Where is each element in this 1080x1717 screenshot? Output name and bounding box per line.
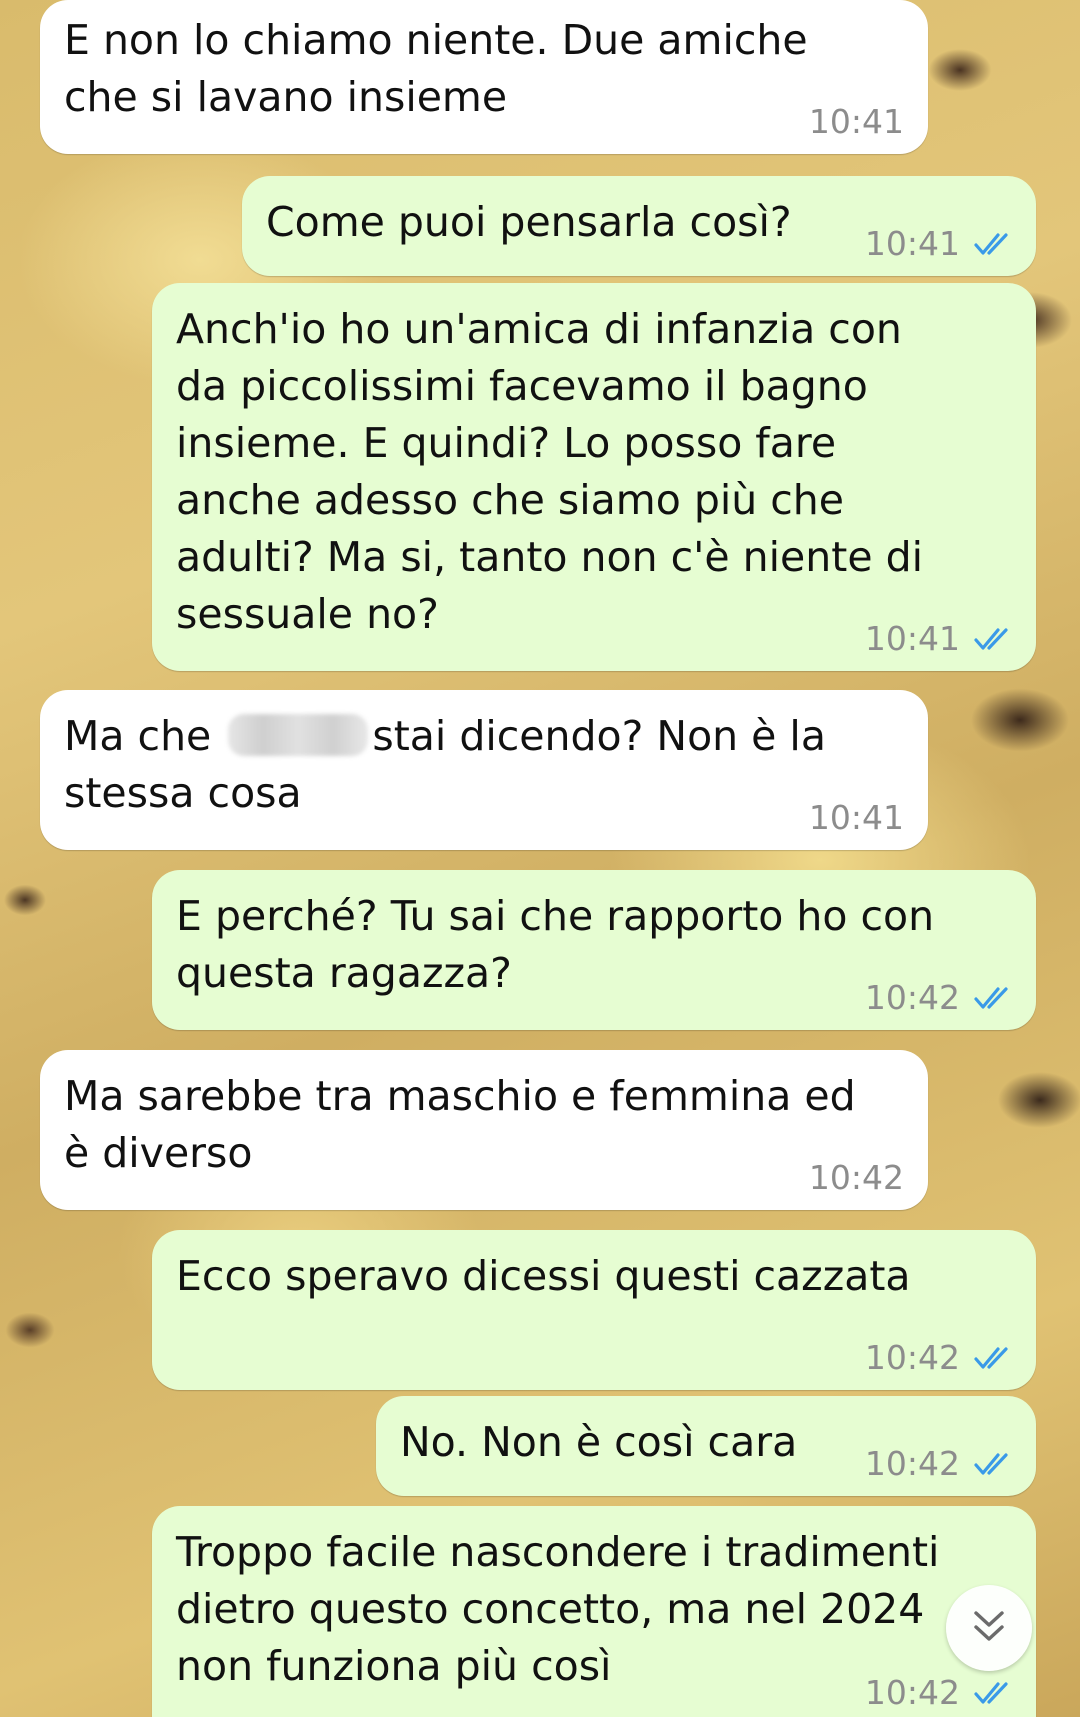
message-time: 10:41 <box>808 102 904 141</box>
message-text: E non lo chiamo niente. Due amiche che s… <box>64 16 808 121</box>
message-incoming[interactable]: Ma sarebbe tra maschio e femmina ed è di… <box>40 1050 928 1210</box>
message-outgoing[interactable]: Anch'io ho un'amica di infanzia con da p… <box>152 283 1036 671</box>
message-outgoing[interactable]: No. Non è così cara 10:42 <box>376 1396 1036 1496</box>
message-text: Anch'io ho un'amica di infanzia con da p… <box>176 305 924 638</box>
message-outgoing[interactable]: E perché? Tu sai che rapporto ho con que… <box>152 870 1036 1030</box>
message-text: Ma sarebbe tra maschio e femmina ed è di… <box>64 1072 856 1177</box>
message-outgoing[interactable]: Ecco speravo dicessi questi cazzata 10:4… <box>152 1230 1036 1390</box>
double-check-icon <box>974 625 1014 653</box>
message-time: 10:41 <box>864 619 960 658</box>
message-meta: 10:41 <box>809 800 904 836</box>
chat-thread: E non lo chiamo niente. Due amiche che s… <box>0 0 1080 1717</box>
message-time: 10:42 <box>864 1444 960 1483</box>
double-check-icon <box>974 1679 1014 1707</box>
double-check-icon <box>974 1344 1014 1372</box>
message-time: 10:42 <box>864 1338 960 1377</box>
message-text: Ecco speravo dicessi questi cazzata <box>176 1252 911 1300</box>
message-meta: 10:42 <box>809 1160 904 1196</box>
message-time: 10:42 <box>864 978 960 1017</box>
message-text-start: Ma che <box>64 712 212 760</box>
message-outgoing[interactable]: Troppo facile nascondere i tradimenti di… <box>152 1506 1036 1717</box>
message-meta: 10:41 <box>809 104 904 140</box>
message-meta: 10:42 <box>865 980 1014 1016</box>
double-check-icon <box>974 1450 1014 1478</box>
message-outgoing[interactable]: Come puoi pensarla così? 10:41 <box>242 176 1036 276</box>
message-text: Ma che stai dicendo? Non è la stessa cos… <box>64 708 904 822</box>
message-time: 10:42 <box>864 1673 960 1712</box>
scroll-to-bottom-button[interactable] <box>946 1585 1032 1671</box>
message-meta: 10:41 <box>865 621 1014 657</box>
double-check-icon <box>974 984 1014 1012</box>
double-check-icon <box>974 230 1014 258</box>
message-meta: 10:42 <box>865 1446 1014 1482</box>
message-incoming[interactable]: Ma che stai dicendo? Non è la stessa cos… <box>40 690 928 850</box>
message-time: 10:41 <box>808 798 904 837</box>
message-text: Troppo facile nascondere i tradimenti di… <box>176 1528 940 1690</box>
message-time: 10:42 <box>808 1158 904 1197</box>
chevron-double-down-icon <box>968 1605 1010 1651</box>
message-meta: 10:41 <box>865 226 1014 262</box>
message-incoming[interactable]: E non lo chiamo niente. Due amiche che s… <box>40 0 928 154</box>
message-meta: 10:42 <box>865 1675 1014 1711</box>
message-time: 10:41 <box>864 224 960 263</box>
redacted-word <box>228 714 369 756</box>
message-meta: 10:42 <box>865 1340 1014 1376</box>
